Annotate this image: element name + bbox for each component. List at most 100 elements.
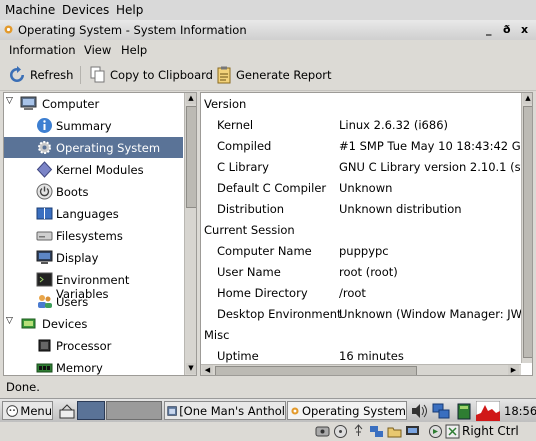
tree-label-languages: Languages — [56, 207, 119, 221]
details-hscrollbar[interactable]: ◀ ▶ — [201, 364, 521, 375]
expander-open-icon[interactable]: ▽ — [6, 316, 16, 333]
app-icon — [291, 406, 299, 415]
section-misc: Misc — [204, 328, 230, 342]
hard-disk-icon[interactable] — [315, 424, 330, 439]
category-tree[interactable]: ▽ Computer Summary Operating System Kern… — [3, 92, 197, 376]
shared-folder-icon[interactable] — [387, 424, 402, 439]
tree-label-memory: Memory — [56, 361, 103, 375]
show-desktop-icon[interactable] — [58, 402, 76, 420]
details-hscroll-thumb[interactable] — [215, 366, 417, 375]
window-titlebar[interactable]: Operating System - System Information _ … — [0, 20, 536, 41]
detail-row[interactable]: Computer Name puppypc — [201, 240, 521, 261]
usb-icon[interactable] — [351, 424, 366, 439]
tree-item-environment-variables[interactable]: Environment Variables — [4, 269, 183, 301]
host-menu-machine[interactable]: Machine — [5, 3, 55, 17]
tree-item-summary[interactable]: Summary — [4, 115, 183, 136]
chip-icon — [21, 318, 36, 329]
volume-icon[interactable] — [410, 403, 428, 419]
tree-item-display[interactable]: Display — [4, 247, 183, 268]
task-button-browser[interactable]: [One Man's Anthol — [164, 401, 286, 420]
detail-value: GNU C Library version 2.10.1 (sta — [339, 160, 533, 174]
details-vscroll-thumb[interactable] — [523, 106, 532, 358]
task-label-browser: [One Man's Anthol — [179, 403, 285, 418]
menu-information[interactable]: Information — [9, 43, 76, 57]
tree-item-processor[interactable]: Processor — [4, 335, 183, 356]
scroll-left-arrow-icon[interactable]: ◀ — [202, 365, 213, 375]
tree-item-users[interactable]: Users — [4, 291, 183, 312]
detail-key: Uptime — [217, 349, 259, 363]
cpu-monitor-icon[interactable] — [476, 401, 500, 421]
gear-icon — [38, 141, 51, 154]
detail-value: #1 SMP Tue May 10 18:43:42 GM — [339, 139, 531, 153]
tree-item-languages[interactable]: Languages — [4, 203, 183, 224]
menu-help[interactable]: Help — [121, 43, 147, 57]
network-icon[interactable] — [431, 401, 451, 421]
copy-to-clipboard-button[interactable]: Copy to Clipboard — [90, 66, 213, 84]
tree-label-filesystems: Filesystems — [56, 229, 123, 243]
workspace-pager[interactable] — [106, 401, 162, 420]
expander-open-icon[interactable]: ▽ — [6, 96, 16, 113]
task-button-operating-system[interactable]: Operating System — [287, 401, 407, 420]
shared-network-icon[interactable] — [369, 424, 384, 439]
scroll-up-arrow-icon[interactable]: ▲ — [186, 93, 196, 104]
detail-key: Distribution — [217, 202, 285, 216]
detail-key: Compiled — [217, 139, 272, 153]
info-icon — [37, 118, 52, 133]
tree-label-processor: Processor — [56, 339, 112, 353]
tree-label-devices: Devices — [42, 317, 88, 331]
tree-item-memory[interactable]: Memory — [4, 357, 183, 375]
scroll-down-arrow-icon[interactable]: ▼ — [186, 363, 196, 374]
tree-item-boots[interactable]: Boots — [4, 181, 183, 202]
scroll-right-arrow-icon[interactable]: ▶ — [508, 365, 519, 375]
tree-item-operating-system[interactable]: Operating System — [4, 137, 183, 158]
menu-view[interactable]: View — [84, 43, 111, 57]
module-icon — [36, 161, 53, 178]
scroll-up-arrow-icon[interactable]: ▲ — [523, 93, 532, 104]
refresh-icon — [10, 66, 24, 82]
detail-row[interactable]: User Name root (root) — [201, 261, 521, 282]
tree-scrollbar[interactable]: ▲ ▼ — [184, 93, 196, 375]
detail-row[interactable]: Kernel Linux 2.6.32 (i686) — [201, 114, 521, 135]
host-menu-help[interactable]: Help — [116, 3, 143, 17]
generate-report-button[interactable]: Generate Report — [216, 66, 332, 84]
detail-key: Computer Name — [217, 244, 312, 258]
details-panel[interactable]: Version Kernel Linux 2.6.32 (i686) Compil… — [200, 92, 533, 376]
tree-label-summary: Summary — [56, 119, 112, 133]
mouse-integration-icon[interactable] — [428, 424, 443, 439]
detail-row[interactable]: Desktop Environment Unknown (Window Manag… — [201, 303, 532, 324]
tree-item-filesystems[interactable]: Filesystems — [4, 225, 183, 246]
detail-row[interactable]: Compiled #1 SMP Tue May 10 18:43:42 GM — [201, 135, 531, 156]
host-menu-devices[interactable]: Devices — [62, 3, 109, 17]
details-vscrollbar[interactable]: ▲ — [521, 93, 532, 363]
battery-icon[interactable] — [455, 402, 473, 420]
tree-label-kernel-modules: Kernel Modules — [56, 163, 144, 177]
window-title: Operating System - System Information — [18, 23, 247, 37]
detail-row[interactable]: Uptime 16 minutes — [201, 345, 521, 366]
keyboard-capture-icon[interactable] — [445, 424, 460, 439]
detail-row[interactable]: Default C Compiler Unknown — [201, 177, 521, 198]
refresh-button[interactable]: Refresh — [8, 66, 73, 84]
workspace-1[interactable] — [77, 401, 105, 420]
optical-drive-icon[interactable] — [333, 424, 348, 439]
detail-key: Default C Compiler — [217, 181, 327, 195]
display-capture-icon[interactable] — [405, 424, 420, 439]
power-icon — [36, 183, 53, 200]
tree-label-boots: Boots — [56, 185, 89, 199]
start-menu-button[interactable]: Menu — [2, 401, 53, 420]
section-current-session: Current Session — [204, 223, 295, 237]
tree-item-devices[interactable]: ▽ Devices — [4, 313, 183, 334]
close-button[interactable]: x — [521, 23, 528, 36]
minimize-button[interactable]: _ — [486, 23, 492, 36]
tree-item-computer[interactable]: ▽ Computer — [4, 93, 183, 114]
clock[interactable]: 18:56 — [504, 404, 536, 418]
tree-scroll-thumb[interactable] — [186, 106, 196, 208]
detail-row[interactable]: C Library GNU C Library version 2.10.1 (s… — [201, 156, 532, 177]
status-text: Done. — [6, 380, 40, 394]
detail-row[interactable]: Distribution Unknown distribution — [201, 198, 521, 219]
detail-row[interactable]: Home Directory/root — [201, 282, 521, 303]
report-icon — [217, 66, 231, 84]
book-icon — [36, 207, 53, 220]
restore-button[interactable]: ð — [503, 23, 511, 36]
section-version: Version — [204, 97, 247, 111]
tree-item-kernel-modules[interactable]: Kernel Modules — [4, 159, 183, 180]
